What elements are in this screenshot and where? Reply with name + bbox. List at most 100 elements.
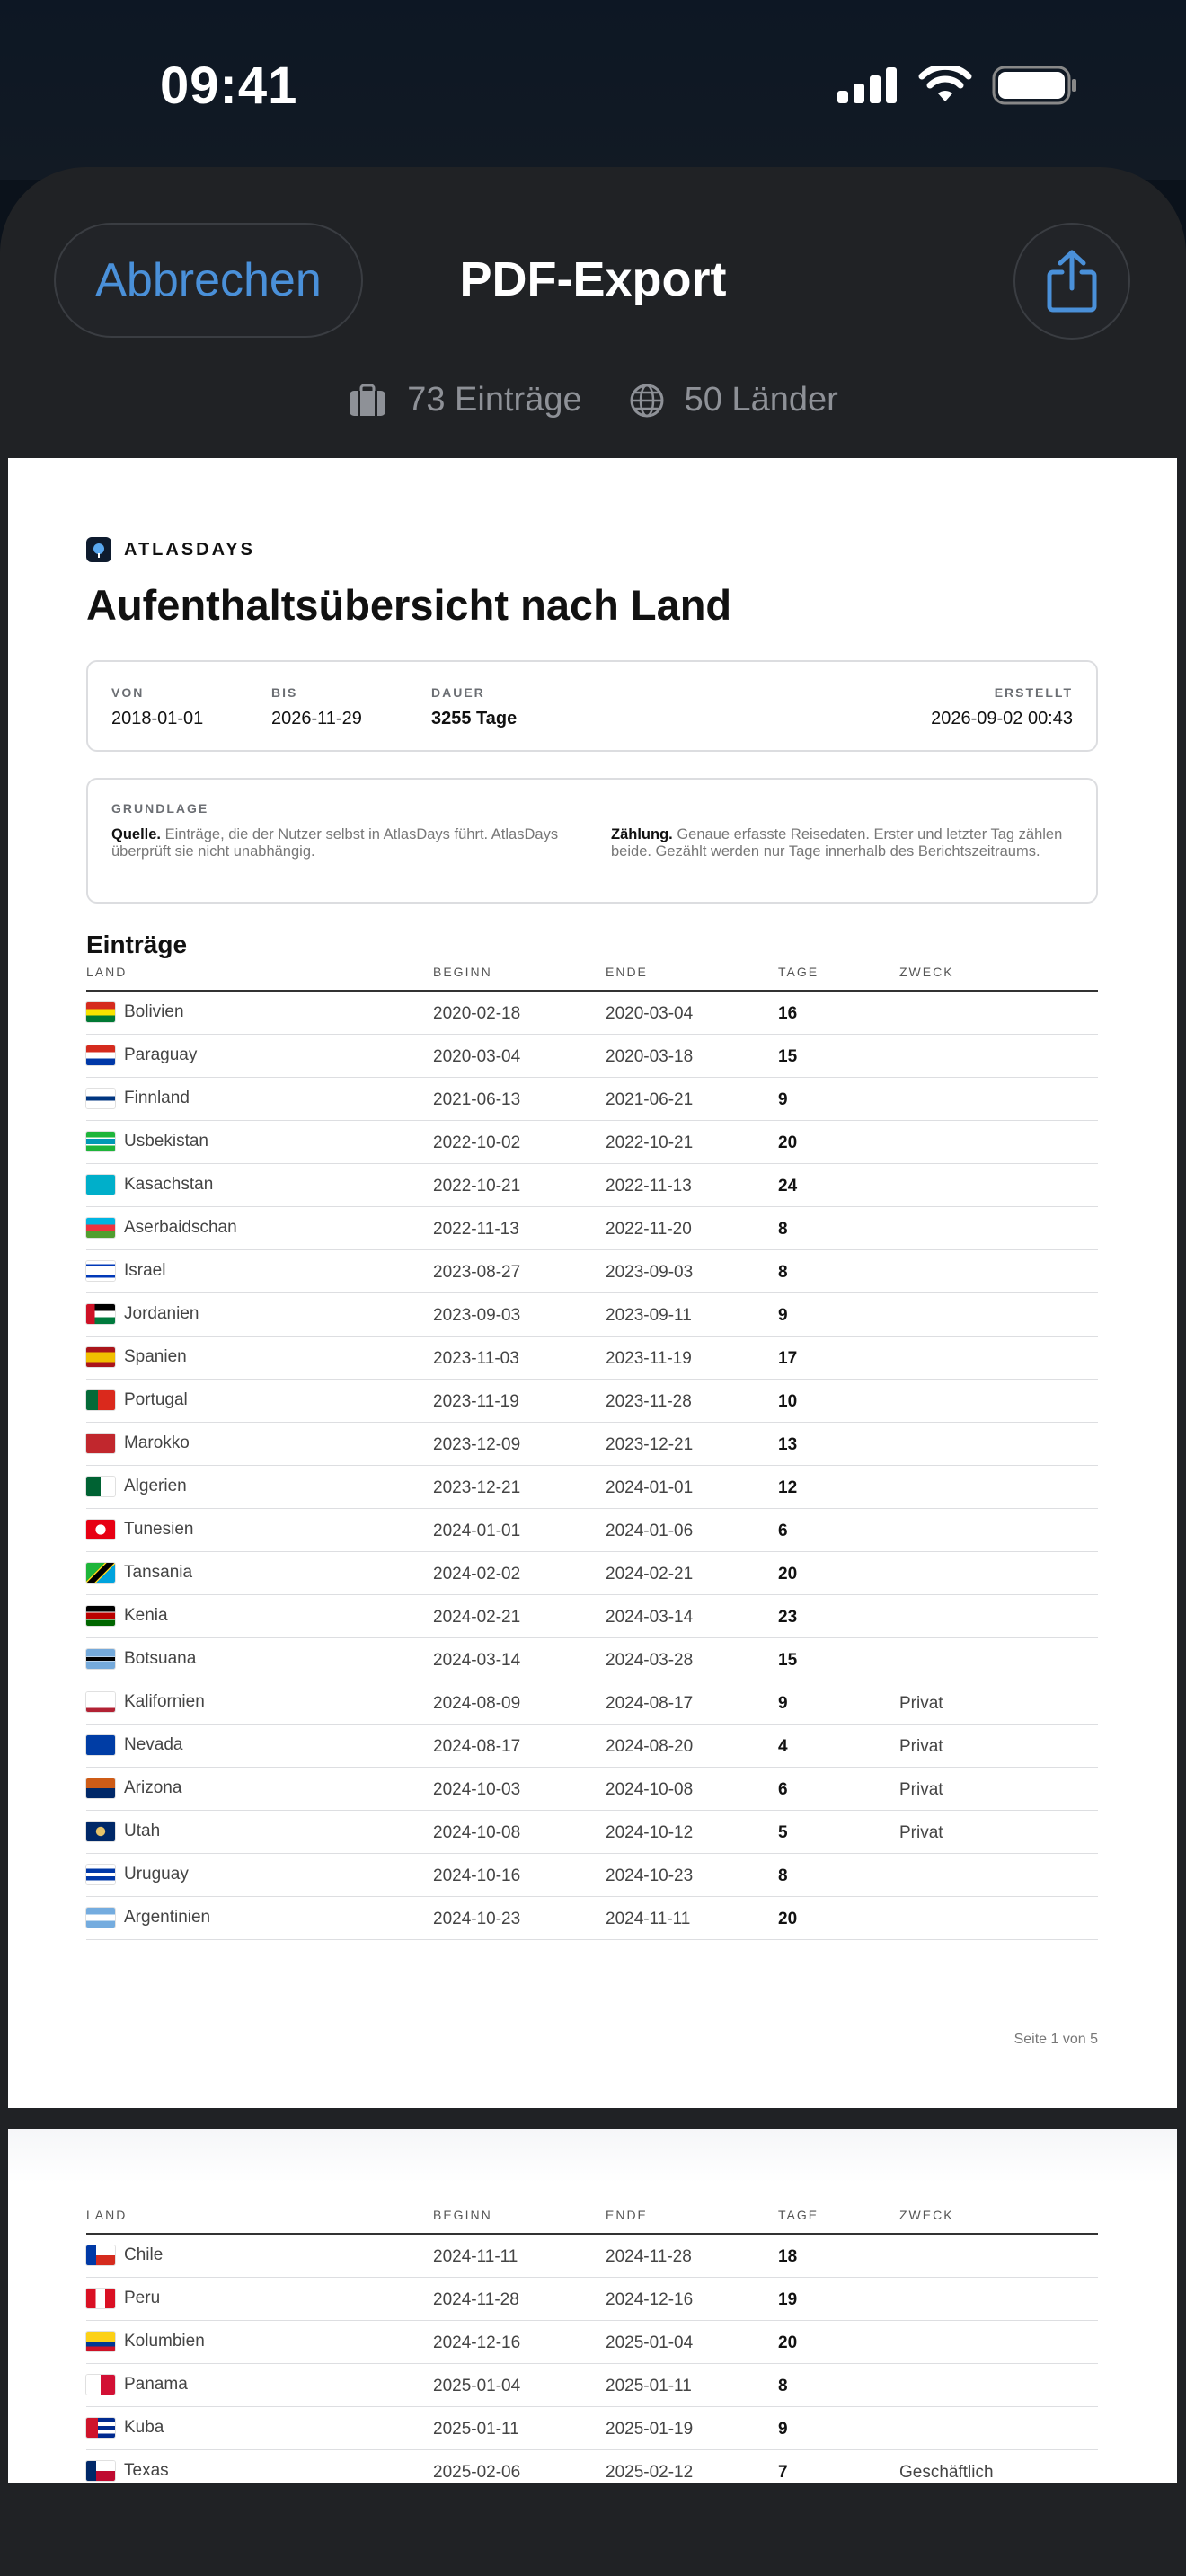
land-cell: Tansania: [86, 1563, 192, 1583]
table-row[interactable]: Usbekistan 2022-10-02 2022-10-21 20: [86, 1121, 1098, 1164]
land-name: Spanien: [124, 1347, 187, 1366]
table-row[interactable]: Finnland 2021-06-13 2021-06-21 9: [86, 1078, 1098, 1121]
land-cell: Kolumbien: [86, 2332, 205, 2351]
meta-von: VON 2018-01-01: [111, 685, 203, 729]
table-row[interactable]: Marokko 2023-12-09 2023-12-21 13: [86, 1423, 1098, 1466]
ende-cell: 2025-02-12: [606, 2463, 694, 2482]
tage-cell: 9: [778, 1090, 788, 1109]
land-name: Israel: [124, 1261, 166, 1280]
tage-cell: 8: [778, 1866, 788, 1885]
table-row[interactable]: Kuba 2025-01-11 2025-01-19 9: [86, 2407, 1098, 2450]
table-row[interactable]: Texas 2025-02-06 2025-02-12 7 Geschäftlich: [86, 2450, 1098, 2483]
table-row[interactable]: Arizona 2024-10-03 2024-10-08 6 Privat: [86, 1768, 1098, 1811]
land-name: Tansania: [124, 1563, 193, 1582]
table-row[interactable]: Nevada 2024-08-17 2024-08-20 4 Privat: [86, 1725, 1098, 1768]
beginn-cell: 2024-08-17: [433, 1737, 521, 1756]
tage-cell: 8: [778, 2377, 788, 2395]
beginn-cell: 2021-06-13: [433, 1090, 521, 1109]
beginn-cell: 2024-10-03: [433, 1780, 521, 1799]
beginn-cell: 2023-12-09: [433, 1435, 521, 1454]
tage-cell: 23: [778, 1608, 798, 1627]
table-row[interactable]: Kasachstan 2022-10-21 2022-11-13 24: [86, 1164, 1098, 1207]
land-cell: Texas: [86, 2461, 169, 2481]
countries-stat: 50 Länder: [629, 381, 838, 419]
flag-icon: [86, 1434, 115, 1453]
land-cell: Peru: [86, 2289, 160, 2308]
table-row[interactable]: Kolumbien 2024-12-16 2025-01-04 20: [86, 2321, 1098, 2364]
table-row[interactable]: Israel 2023-08-27 2023-09-03 8: [86, 1250, 1098, 1293]
battery-icon: [992, 66, 1076, 105]
document-title: Aufenthaltsübersicht nach Land: [86, 581, 732, 629]
tage-cell: 9: [778, 1306, 788, 1325]
beginn-cell: 2025-01-04: [433, 2377, 521, 2395]
table-row[interactable]: Panama 2025-01-04 2025-01-11 8: [86, 2364, 1098, 2407]
tage-cell: 19: [778, 2290, 798, 2309]
sheet-title-text: PDF-Export: [459, 252, 727, 306]
flag-icon: [86, 1865, 115, 1884]
share-button[interactable]: [1013, 223, 1130, 340]
beginn-cell: 2024-02-02: [433, 1565, 521, 1584]
ende-cell: 2025-01-11: [606, 2377, 692, 2395]
pdf-page-1[interactable]: ATLASDAYS Aufenthaltsübersicht nach Land…: [8, 458, 1177, 2108]
col-land: LAND: [86, 2208, 128, 2222]
beginn-cell: 2024-02-21: [433, 1608, 521, 1627]
flag-icon: [86, 2418, 115, 2438]
land-name: Usbekistan: [124, 1132, 208, 1151]
report-period-box: VON 2018-01-01 BIS 2026-11-29 DAUER 3255…: [86, 660, 1098, 752]
beginn-cell: 2023-12-21: [433, 1478, 521, 1497]
land-name: Paraguay: [124, 1045, 198, 1064]
meta-dauer-value: 3255 Tage: [431, 709, 518, 728]
tage-cell: 24: [778, 1177, 798, 1195]
basis-source-text: Einträge, die der Nutzer selbst in Atlas…: [111, 826, 559, 860]
zweck-cell: Privat: [899, 1694, 943, 1713]
land-name: Tunesien: [124, 1520, 194, 1539]
flag-icon: [86, 1822, 115, 1841]
tage-cell: 8: [778, 1263, 788, 1282]
flag-icon: [86, 1649, 115, 1669]
table-row[interactable]: Kalifornien 2024-08-09 2024-08-17 9 Privat: [86, 1681, 1098, 1725]
table-row[interactable]: Botsuana 2024-03-14 2024-03-28 15: [86, 1638, 1098, 1681]
table-row[interactable]: Tansania 2024-02-02 2024-02-21 20: [86, 1552, 1098, 1595]
table-row[interactable]: Peru 2024-11-28 2024-12-16 19: [86, 2278, 1098, 2321]
land-cell: Israel: [86, 1261, 165, 1281]
tage-cell: 9: [778, 2420, 788, 2439]
table-row[interactable]: Argentinien 2024-10-23 2024-11-11 20: [86, 1897, 1098, 1940]
ende-cell: 2024-01-01: [606, 1478, 694, 1497]
flag-icon: [86, 1520, 115, 1539]
land-cell: Paraguay: [86, 1045, 197, 1065]
table-row[interactable]: Tunesien 2024-01-01 2024-01-06 6: [86, 1509, 1098, 1552]
table-row[interactable]: Utah 2024-10-08 2024-10-12 5 Privat: [86, 1811, 1098, 1854]
tage-cell: 6: [778, 1522, 788, 1540]
beginn-cell: 2024-12-16: [433, 2333, 521, 2352]
flag-icon: [86, 1390, 115, 1410]
meta-dauer: DAUER 3255 Tage: [431, 685, 517, 729]
pdf-page-2[interactable]: LAND BEGINN ENDE TAGE ZWECK Chile 2024-11…: [8, 2129, 1177, 2483]
table-row[interactable]: Kenia 2024-02-21 2024-03-14 23: [86, 1595, 1098, 1638]
flag-icon: [86, 1606, 115, 1626]
zweck-cell: Privat: [899, 1780, 943, 1799]
table-row[interactable]: Spanien 2023-11-03 2023-11-19 17: [86, 1337, 1098, 1380]
tage-cell: 20: [778, 1565, 798, 1584]
table-row[interactable]: Portugal 2023-11-19 2023-11-28 10: [86, 1380, 1098, 1423]
ende-cell: 2024-12-16: [606, 2290, 694, 2309]
flag-icon: [86, 1563, 115, 1583]
land-cell: Jordanien: [86, 1304, 199, 1324]
table-row[interactable]: Algerien 2023-12-21 2024-01-01 12: [86, 1466, 1098, 1509]
table-row[interactable]: Bolivien 2020-02-18 2020-03-04 16: [86, 992, 1098, 1035]
table-row[interactable]: Paraguay 2020-03-04 2020-03-18 15: [86, 1035, 1098, 1078]
brand-name: ATLASDAYS: [124, 539, 255, 560]
table-row[interactable]: Uruguay 2024-10-16 2024-10-23 8: [86, 1854, 1098, 1897]
beginn-cell: 2025-01-11: [433, 2420, 519, 2439]
col-ende: ENDE: [606, 2208, 648, 2222]
table-row[interactable]: Chile 2024-11-11 2024-11-28 18: [86, 2235, 1098, 2278]
table-row[interactable]: Aserbaidschan 2022-11-13 2022-11-20 8: [86, 1207, 1098, 1250]
table-row[interactable]: Jordanien 2023-09-03 2023-09-11 9: [86, 1293, 1098, 1337]
suitcase-icon: [350, 384, 386, 416]
land-cell: Finnland: [86, 1089, 190, 1108]
basis-counting-title: Zählung.: [611, 826, 673, 842]
ende-cell: 2021-06-21: [606, 1090, 694, 1109]
tage-cell: 16: [778, 1004, 798, 1023]
land-cell: Usbekistan: [86, 1132, 208, 1151]
tage-cell: 10: [778, 1392, 798, 1411]
meta-erstellt-label: ERSTELLT: [994, 685, 1073, 700]
